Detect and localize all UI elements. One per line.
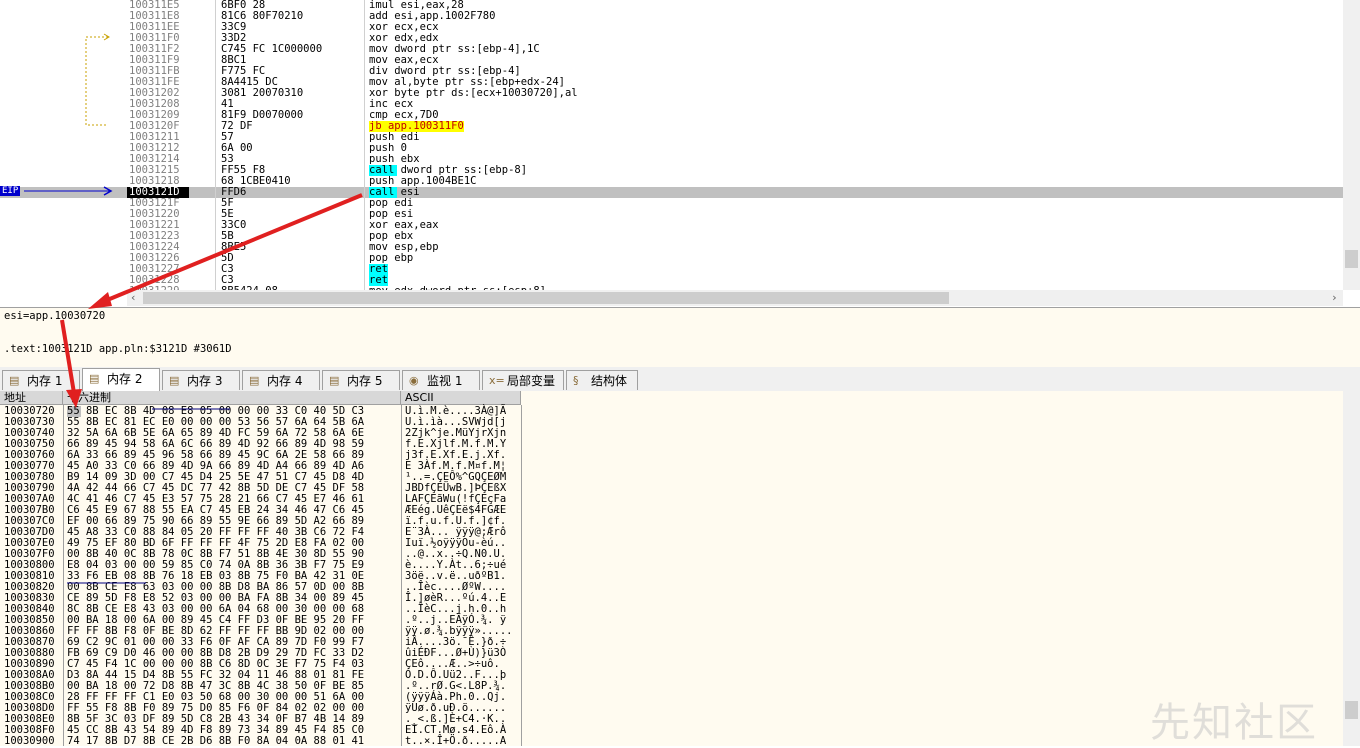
tab-label: 内存 3 — [187, 374, 223, 388]
column-separator — [215, 0, 216, 290]
disasm-row[interactable]: 100311EE 33C9 xor ecx,ecx — [0, 22, 1343, 33]
dump-header-ascii[interactable]: ASCII — [401, 391, 521, 405]
memory-icon: ▤ — [169, 374, 180, 387]
memory-icon: ▤ — [329, 374, 340, 387]
tab-label: 结构体 — [591, 374, 628, 388]
dump-row[interactable]: 10030900 74 17 8B D7 8B CE 2B D6 8B F0 8A… — [0, 735, 1343, 747]
tab-label: 局部变量 — [507, 374, 556, 388]
disasm-row[interactable]: 10031220 5E pop esi — [0, 209, 1343, 220]
disassembly-vertical-scrollbar[interactable] — [1343, 0, 1360, 290]
tab-4[interactable]: ▤ 内存 4 — [242, 370, 320, 390]
disasm-row[interactable]: 1003121F 5F pop edi — [0, 198, 1343, 209]
watch-icon: ◉ — [409, 374, 419, 387]
tab-1[interactable]: ▤ 内存 1 — [2, 370, 80, 390]
disasm-row[interactable]: 10031227 C3 ret — [0, 264, 1343, 275]
column-separator — [364, 0, 365, 290]
disasm-row[interactable]: 100311FE 8A4415 DC mov al,byte ptr ss:[ebp… — [0, 77, 1343, 88]
dump-hex-bytes[interactable]: 74 17 8B D7 8B CE 2B D6 8B F0 8A 04 0A 8… — [67, 736, 364, 747]
memory-icon: ▤ — [249, 374, 260, 387]
disasm-row[interactable]: 10031215 FF55 F8 call dword ptr ss:[ebp-8] — [0, 165, 1343, 176]
dump-header-address[interactable]: 地址 — [0, 391, 63, 405]
scroll-left-icon[interactable]: ‹ — [130, 290, 137, 306]
tab-label: 内存 2 — [107, 372, 143, 386]
locals-icon: x= — [489, 374, 505, 387]
disasm-row[interactable]: 1003120F 72 DF jb app.100311F0 — [0, 121, 1343, 132]
tab-2[interactable]: ▤ 内存 2 — [82, 368, 160, 391]
tab-3[interactable]: ▤ 内存 3 — [162, 370, 240, 390]
memory-icon: ▤ — [89, 372, 100, 385]
disasm-row[interactable]: 10031223 5B pop ebx — [0, 231, 1343, 242]
disasm-row[interactable]: 10031221 33C0 xor eax,eax — [0, 220, 1343, 231]
disasm-row[interactable]: 10031226 5D pop ebp — [0, 253, 1343, 264]
disasm-row[interactable]: 100311F0 33D2 xor edx,edx — [0, 33, 1343, 44]
tab-6[interactable]: ◉ 监视 1 — [402, 370, 480, 390]
disasm-row[interactable]: 10031202 3081 20070310 xor byte ptr ds:[ec… — [0, 88, 1343, 99]
disasm-row[interactable]: 100311FB F775 FC div dword ptr ss:[ebp-4] — [0, 66, 1343, 77]
memory-icon: ▤ — [9, 374, 20, 387]
dump-ascii: t..×.Î+Ö.ð.....A — [405, 735, 507, 747]
disasm-row[interactable]: 10031212 6A 00 push 0 — [0, 143, 1343, 154]
tab-5[interactable]: ▤ 内存 5 — [322, 370, 400, 390]
dump-address: 10030900 — [4, 735, 55, 747]
disasm-row[interactable]: 10031214 53 push ebx — [0, 154, 1343, 165]
tab-label: 监视 1 — [427, 374, 463, 388]
tab-7[interactable]: x= 局部变量 — [482, 370, 564, 390]
disasm-row[interactable]: 100311F2 C745 FC 1C000000 mov dword ptr ss… — [0, 44, 1343, 55]
watermark: 先知社区 — [1150, 700, 1318, 746]
disasm-row[interactable]: 10031218 68 1CBE0410 push app.1004BE1C — [0, 176, 1343, 187]
bottom-tab-bar: ▤ 内存 1 ▤ 内存 2 ▤ 内存 3 ▤ 内存 4 ▤ 内存 5 ◉ 监视 1 x= 局部变量 § 结构体 — [0, 367, 1360, 392]
struct-icon: § — [573, 374, 579, 387]
tab-label: 内存 4 — [267, 374, 303, 388]
disassembly-pane[interactable]: 100311E5 6BF0 28 imul esi,eax,28 100311E8 81… — [0, 0, 1343, 290]
disasm-row[interactable]: 100311E8 81C6 80F70210 add esi,app.1002F78… — [0, 11, 1343, 22]
info-pane: esi=app.10030720 .text:1003121D app.pln:… — [0, 307, 1360, 368]
disasm-row[interactable]: 10031228 C3 ret — [0, 275, 1343, 286]
disassembly-horizontal-scrollbar[interactable]: ‹ › — [127, 290, 1343, 306]
disasm-row[interactable]: 10031211 57 push edi — [0, 132, 1343, 143]
tab-8[interactable]: § 结构体 — [566, 370, 638, 390]
disasm-row[interactable]: 1003121D FFD6 call esi — [0, 187, 1343, 198]
disasm-row[interactable]: 10031209 81F9 D0070000 cmp ecx,7D0 — [0, 110, 1343, 121]
eip-marker: EIP — [0, 186, 21, 196]
tab-label: 内存 5 — [347, 374, 383, 388]
disasm-row[interactable]: 10031208 41 inc ecx — [0, 99, 1343, 110]
memory-dump-pane[interactable]: 地址 十六进制 ASCII 10030720 55 8B EC 8B 4D 08 … — [0, 391, 1343, 746]
disasm-row[interactable]: 100311F9 8BC1 mov eax,ecx — [0, 55, 1343, 66]
dump-vertical-scrollbar[interactable] — [1343, 391, 1360, 746]
disasm-row[interactable]: 10031224 8BE5 mov esp,ebp — [0, 242, 1343, 253]
disasm-row[interactable]: 100311E5 6BF0 28 imul esi,eax,28 — [0, 0, 1343, 11]
tab-label: 内存 1 — [27, 374, 63, 388]
info-line-register: esi=app.10030720 — [4, 310, 106, 322]
scroll-right-icon[interactable]: › — [1331, 290, 1338, 306]
dump-header-hex[interactable]: 十六进制 — [63, 391, 401, 405]
info-line-location: .text:1003121D app.pln:$3121D #3061D — [4, 343, 232, 355]
